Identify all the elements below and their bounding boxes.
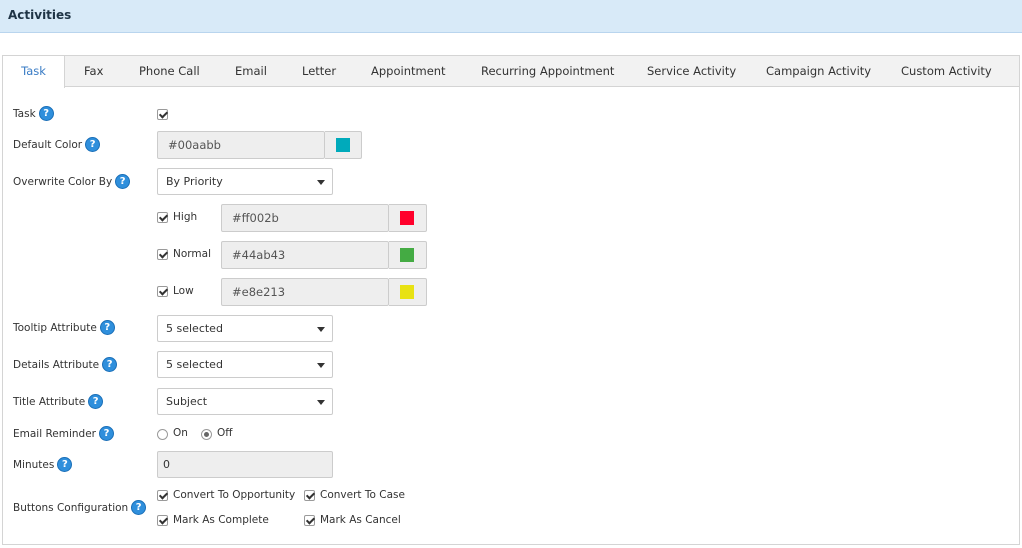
high-color-input[interactable]: #ff002b (221, 204, 389, 232)
help-icon[interactable]: ? (85, 137, 101, 152)
normal-color-swatch (400, 248, 414, 262)
activity-tabs: Task Fax Phone Call Email Letter Appoint… (3, 56, 1019, 88)
email-reminder-on-radio[interactable] (157, 429, 168, 440)
normal-color-input[interactable]: #44ab43 (221, 241, 389, 269)
task-label: Task ? (13, 106, 54, 121)
high-color-picker[interactable] (389, 204, 427, 232)
email-reminder-label: Email Reminder ? (13, 426, 114, 441)
chevron-down-icon (317, 327, 325, 332)
help-icon[interactable]: ? (88, 394, 104, 409)
mark-as-complete-checkbox[interactable] (157, 515, 168, 526)
tab-appointment[interactable]: Appointment (371, 56, 446, 87)
mark-as-complete-label: Mark As Complete (173, 514, 269, 526)
default-color-label: Default Color ? (13, 137, 101, 152)
help-icon[interactable]: ? (131, 500, 147, 515)
help-icon[interactable]: ? (99, 426, 114, 441)
page-title: Activities (8, 8, 72, 22)
minutes-label: Minutes ? (13, 457, 73, 472)
normal-priority-label: Normal (173, 248, 211, 260)
page-header: Activities (0, 0, 1022, 33)
normal-color-picker[interactable] (389, 241, 427, 269)
help-icon[interactable]: ? (38, 106, 54, 121)
tooltip-attribute-select[interactable]: 5 selected (157, 315, 333, 342)
default-color-swatch (336, 138, 350, 152)
details-attribute-select[interactable]: 5 selected (157, 351, 333, 378)
email-reminder-on-label: On (173, 427, 188, 439)
low-color-input[interactable]: #e8e213 (221, 278, 389, 306)
chevron-down-icon (317, 363, 325, 368)
chevron-down-icon (317, 180, 325, 185)
high-priority-label: High (173, 211, 198, 223)
overwrite-color-by-label: Overwrite Color By ? (13, 174, 131, 189)
high-priority-checkbox[interactable] (157, 212, 168, 223)
default-color-picker[interactable] (325, 131, 362, 159)
tab-custom-activity[interactable]: Custom Activity (901, 56, 992, 87)
low-priority-checkbox[interactable] (157, 286, 168, 297)
email-reminder-off-radio[interactable] (201, 429, 212, 440)
chevron-down-icon (317, 400, 325, 405)
tab-phone-call[interactable]: Phone Call (139, 56, 200, 87)
help-icon[interactable]: ? (57, 457, 73, 472)
buttons-configuration-label: Buttons Configuration ? (13, 500, 147, 515)
email-reminder-off-label: Off (217, 427, 233, 439)
mark-as-cancel-label: Mark As Cancel (320, 514, 401, 526)
convert-to-case-checkbox[interactable] (304, 490, 315, 501)
convert-to-case-label: Convert To Case (320, 489, 405, 501)
convert-to-opportunity-checkbox[interactable] (157, 490, 168, 501)
title-attribute-select[interactable]: Subject (157, 388, 333, 415)
tab-campaign-activity[interactable]: Campaign Activity (766, 56, 871, 87)
tooltip-attribute-label: Tooltip Attribute ? (13, 320, 115, 335)
title-attribute-label: Title Attribute ? (13, 394, 104, 409)
details-attribute-label: Details Attribute ? (13, 357, 118, 372)
normal-priority-checkbox[interactable] (157, 249, 168, 260)
overwrite-color-by-select[interactable]: By Priority (157, 168, 333, 195)
help-icon[interactable]: ? (99, 320, 115, 335)
high-color-swatch (400, 211, 414, 225)
mark-as-cancel-checkbox[interactable] (304, 515, 315, 526)
minutes-input[interactable]: 0 (157, 451, 333, 478)
settings-panel: Task Fax Phone Call Email Letter Appoint… (2, 55, 1020, 545)
task-checkbox[interactable] (157, 109, 168, 120)
low-color-picker[interactable] (389, 278, 427, 306)
tab-recurring-appointment[interactable]: Recurring Appointment (481, 56, 614, 87)
tab-email[interactable]: Email (235, 56, 267, 87)
help-icon[interactable]: ? (102, 357, 118, 372)
help-icon[interactable]: ? (115, 174, 131, 189)
convert-to-opportunity-label: Convert To Opportunity (173, 489, 296, 501)
low-priority-label: Low (173, 285, 194, 297)
tab-fax[interactable]: Fax (84, 56, 103, 87)
tab-service-activity[interactable]: Service Activity (647, 56, 736, 87)
default-color-input[interactable]: #00aabb (157, 131, 325, 159)
tab-task[interactable]: Task (3, 56, 65, 88)
tab-letter[interactable]: Letter (302, 56, 336, 87)
low-color-swatch (400, 285, 414, 299)
